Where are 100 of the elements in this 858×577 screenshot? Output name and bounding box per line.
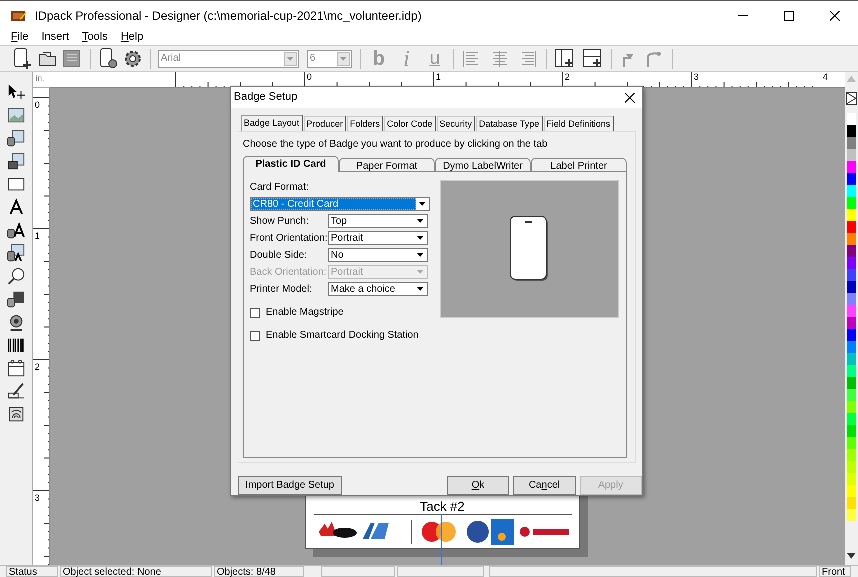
close-button[interactable]: [624, 92, 636, 104]
dropdown-arrow-icon: [417, 270, 424, 274]
color-swatch[interactable]: [847, 293, 856, 305]
checkbox-label: Enable Magstripe: [266, 306, 344, 320]
picture-disk-icon[interactable]: [6, 152, 26, 171]
scroll-up-icon[interactable]: [847, 76, 856, 82]
database-square-icon[interactable]: [6, 290, 26, 309]
ruler-unit: in.: [36, 73, 44, 85]
dialog-button[interactable]: Cancel: [513, 476, 576, 495]
align-center-icon[interactable]: [490, 50, 510, 68]
database-text-icon[interactable]: [6, 221, 26, 240]
status-pane: Front: [819, 566, 851, 577]
color-swatch[interactable]: [847, 197, 856, 209]
card-drawing: [510, 216, 549, 282]
menu-item[interactable]: File: [11, 29, 29, 46]
database-picture-text-icon[interactable]: [6, 244, 26, 263]
checkbox[interactable]: [250, 330, 260, 341]
color-swatch[interactable]: [847, 233, 856, 245]
font-dropdown[interactable]: Arial: [158, 50, 299, 68]
color-swatch[interactable]: [847, 473, 856, 485]
tab[interactable]: Field Definitions: [544, 116, 614, 132]
tab[interactable]: Database Type: [476, 116, 543, 132]
tab[interactable]: Paper Format: [339, 158, 435, 172]
color-swatch[interactable]: [847, 365, 856, 377]
color-swatch[interactable]: [847, 449, 856, 461]
tab[interactable]: Plastic ID Card: [243, 156, 339, 172]
window-title: IDpack Professional - Designer (c:\memorial-cup-2021\mc_volunteer.idp): [35, 8, 422, 24]
dropdown[interactable]: Portrait: [328, 231, 428, 246]
color-swatch[interactable]: [847, 173, 856, 185]
magnifier-icon[interactable]: [6, 267, 26, 286]
add-row-icon[interactable]: [583, 48, 603, 68]
font-size-dropdown[interactable]: 6: [307, 50, 352, 68]
dropdown[interactable]: Top: [328, 214, 428, 228]
hint-text: Choose the type of Badge you want to produce by clicking on the tab: [243, 138, 549, 152]
no-color-icon[interactable]: [846, 92, 857, 105]
color-swatch[interactable]: [847, 437, 856, 449]
color-swatch[interactable]: [847, 509, 856, 521]
tab[interactable]: Color Code: [384, 116, 436, 132]
color-swatch[interactable]: [847, 257, 856, 269]
tab[interactable]: Badge Layout: [241, 115, 303, 132]
color-swatch[interactable]: [847, 221, 856, 233]
menu-item[interactable]: Insert: [42, 29, 70, 46]
field-label: Printer Model:: [250, 282, 314, 297]
tab[interactable]: Dymo LabelWriter: [435, 158, 531, 172]
color-swatch[interactable]: [847, 401, 856, 413]
dropdown-arrow-icon: [417, 253, 424, 258]
color-swatch[interactable]: [847, 425, 856, 437]
dialog-button[interactable]: Import Badge Setup: [238, 476, 342, 495]
ruler-label: 1: [436, 72, 442, 84]
signature-icon[interactable]: [6, 382, 26, 401]
card-format-dropdown[interactable]: CR80 - Credit Card: [250, 197, 430, 212]
picture-icon[interactable]: [6, 106, 26, 125]
color-swatch[interactable]: [847, 113, 856, 125]
color-swatch[interactable]: [847, 461, 856, 473]
tab[interactable]: Security: [436, 116, 476, 132]
new-badge-icon[interactable]: [12, 48, 34, 70]
checkbox[interactable]: [250, 308, 260, 318]
color-swatch[interactable]: [847, 161, 856, 173]
color-swatch[interactable]: [847, 485, 856, 497]
color-swatch[interactable]: [847, 185, 856, 197]
fingerprint-icon[interactable]: [6, 405, 26, 424]
color-swatch[interactable]: [847, 377, 856, 389]
pointer-icon[interactable]: [6, 83, 26, 102]
close-icon[interactable]: [830, 10, 840, 20]
save-icon[interactable]: [62, 48, 82, 68]
add-column-icon[interactable]: [555, 48, 575, 68]
color-swatch[interactable]: [847, 317, 856, 329]
tab[interactable]: Folders: [347, 116, 384, 132]
color-swatch[interactable]: [847, 413, 856, 425]
dropdown[interactable]: Make a choice: [328, 282, 428, 296]
menu-item[interactable]: Tools: [82, 29, 108, 46]
color-swatch[interactable]: [847, 137, 856, 149]
badge-settings-icon[interactable]: [99, 48, 119, 70]
color-swatch[interactable]: [847, 305, 856, 317]
dropdown[interactable]: No: [328, 248, 428, 262]
color-swatch[interactable]: [847, 281, 856, 293]
status-pane: Object selected: None: [60, 566, 212, 577]
color-swatch[interactable]: [847, 245, 856, 257]
maximize-icon[interactable]: [784, 10, 794, 20]
color-swatch[interactable]: [847, 341, 856, 353]
menu-item[interactable]: Help: [120, 29, 144, 46]
gear-icon[interactable]: [123, 48, 143, 68]
color-swatch[interactable]: [847, 149, 856, 161]
color-swatch[interactable]: [847, 209, 856, 221]
tab[interactable]: Producer: [304, 116, 346, 132]
color-swatch[interactable]: [847, 269, 856, 281]
barcode-icon[interactable]: [6, 336, 26, 355]
database-picture-icon[interactable]: [6, 129, 26, 148]
scroll-down-icon[interactable]: [847, 553, 856, 559]
tab[interactable]: Label Printer: [531, 158, 627, 172]
color-swatch[interactable]: [847, 497, 856, 509]
color-swatch[interactable]: [847, 125, 856, 137]
field-label: Show Punch:: [250, 214, 310, 229]
ruler-label: 0: [35, 99, 40, 112]
calendar-icon[interactable]: [6, 359, 26, 378]
color-swatch[interactable]: [847, 389, 856, 401]
field-label: Front Orientation:: [250, 232, 328, 246]
dialog-button[interactable]: Ok: [447, 476, 510, 495]
color-swatch[interactable]: [847, 329, 856, 341]
color-swatch[interactable]: [847, 353, 856, 365]
